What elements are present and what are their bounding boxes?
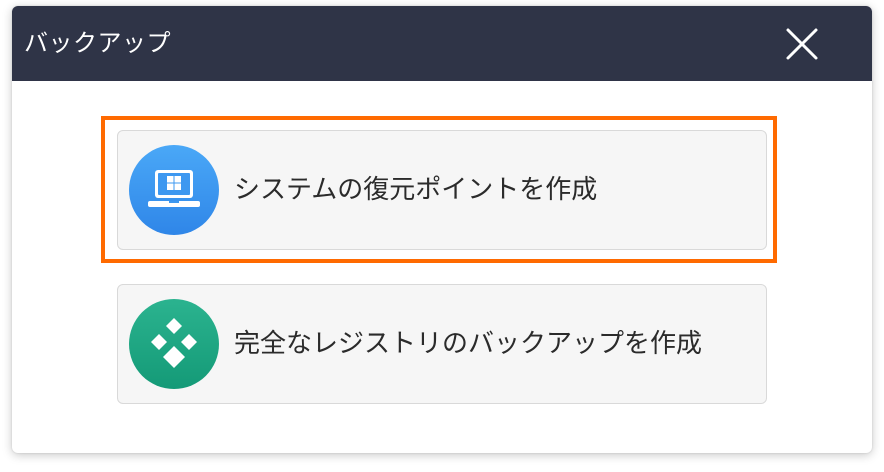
registry-diamond-icon	[129, 299, 219, 389]
backup-registry-option[interactable]: 完全なレジストリのバックアップを作成	[117, 284, 767, 404]
close-icon	[786, 28, 818, 60]
title-bar: バックアップ	[12, 6, 872, 81]
dialog-title: バックアップ	[24, 29, 171, 57]
backup-dialog: バックアップ システムの復元ポイントを作成 完全なレジストリのバックアップを作成	[12, 6, 872, 453]
laptop-windows-icon	[129, 145, 219, 235]
create-restore-point-label: システムの復元ポイントを作成	[234, 175, 598, 205]
create-restore-point-option[interactable]: システムの復元ポイントを作成	[117, 130, 767, 250]
backup-registry-label: 完全なレジストリのバックアップを作成	[234, 329, 703, 359]
close-button[interactable]	[782, 24, 822, 64]
